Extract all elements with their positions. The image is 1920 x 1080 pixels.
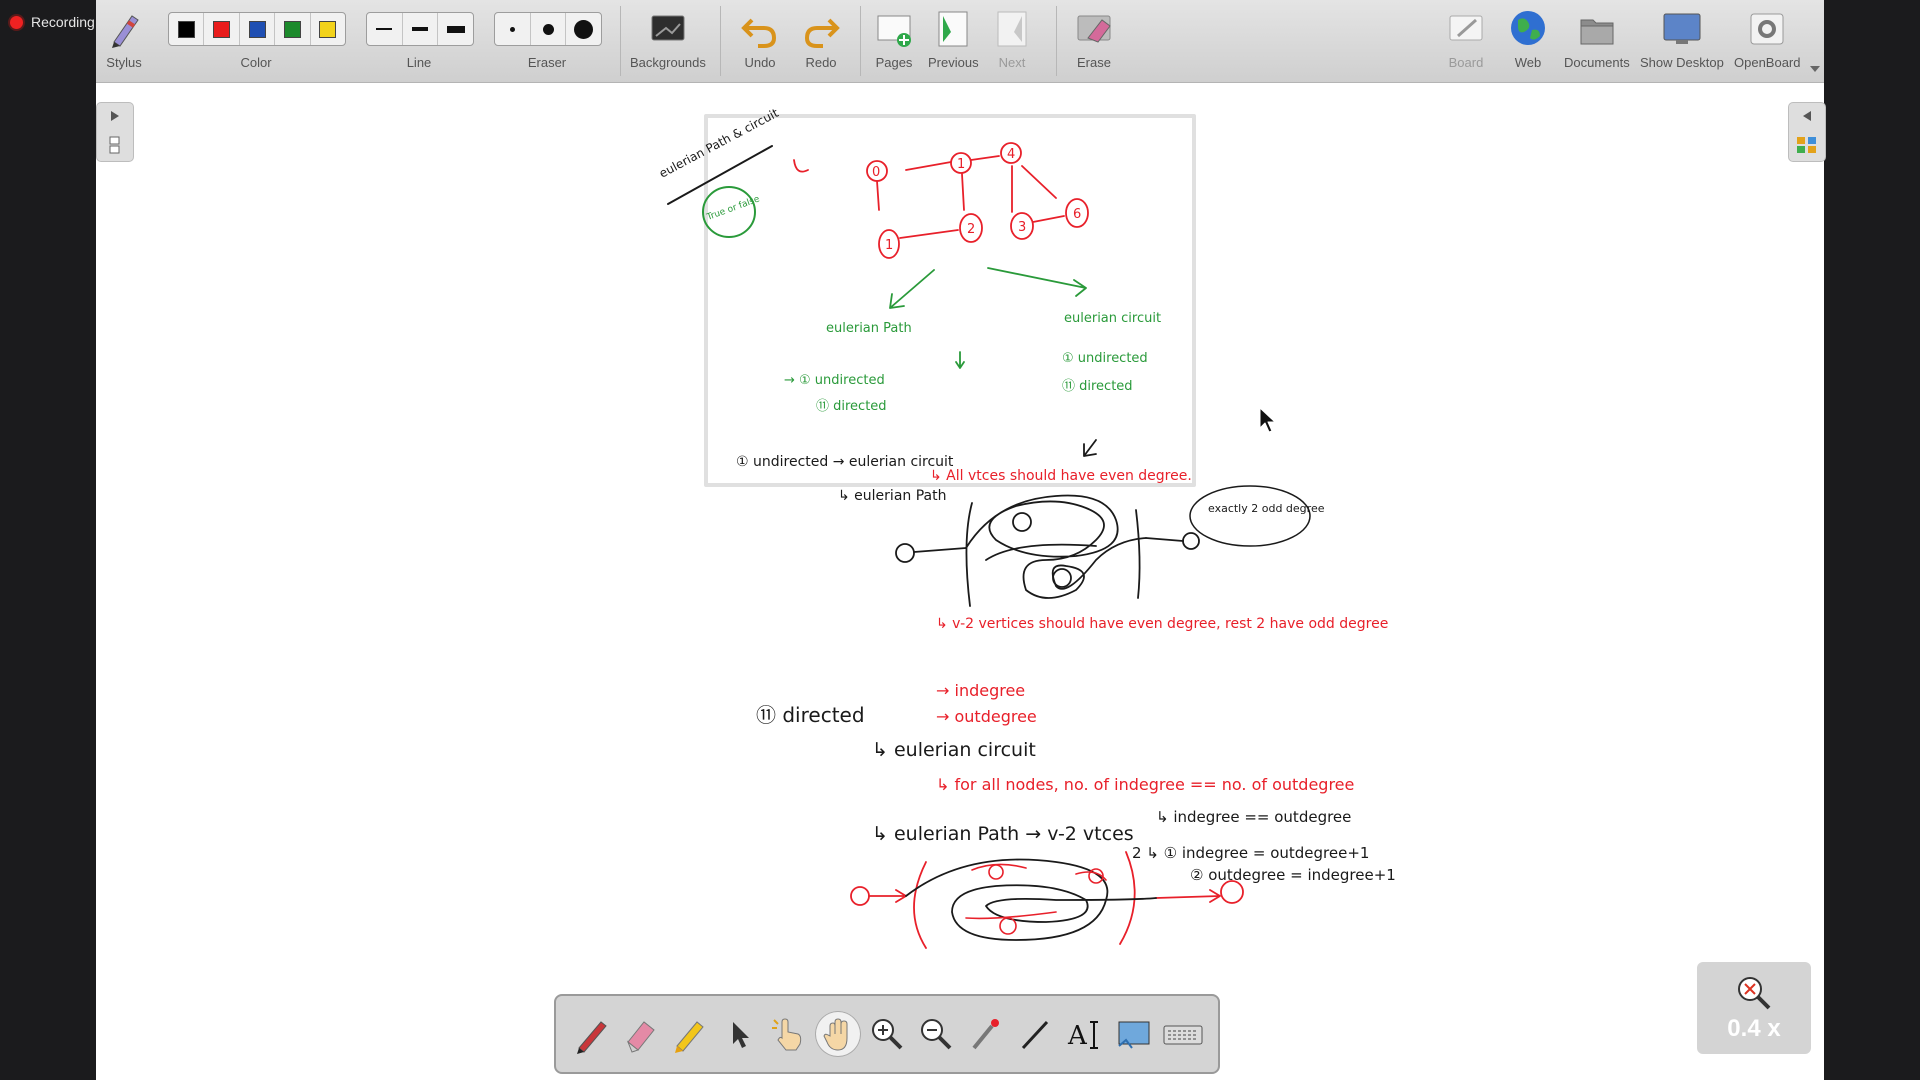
hand-tool[interactable]: [814, 1011, 861, 1057]
node-label: 4: [1007, 147, 1015, 162]
v-2-rule: ↳ v-2 vertices should have even degree, …: [936, 616, 1388, 632]
pointing-hand-icon: [772, 1018, 802, 1051]
undirected-circuit-line: ① undirected → eulerian circuit: [736, 454, 954, 470]
even-degree-rule: ↳ All vtces should have even degree.: [930, 468, 1192, 484]
capture-tool[interactable]: [1111, 1011, 1157, 1057]
end-node-rule: ② outdegree = indegree+1: [1190, 866, 1396, 884]
eraser-tool[interactable]: [617, 1011, 663, 1057]
zoom-indicator[interactable]: 0.4 x: [1697, 962, 1811, 1054]
text-tool[interactable]: A: [1061, 1011, 1107, 1057]
zoom-out-icon: [921, 1019, 952, 1050]
recording-label: Recording: [31, 14, 95, 30]
indegree-note: → indegree: [936, 681, 1025, 700]
keyboard-icon: [1163, 1025, 1203, 1045]
start-node-rule: 2 ↳ ① indegree = outdegree+1: [1132, 844, 1369, 862]
eraser-icon: [626, 1021, 655, 1053]
screen-capture-icon: [1118, 1021, 1150, 1049]
path-undirected: → ① undirected: [784, 373, 885, 388]
directed-heading: ⑪ directed: [756, 703, 865, 727]
node-label: 6: [1073, 207, 1081, 222]
eulerian-circuit-heading: eulerian circuit: [1064, 311, 1161, 326]
mouse-cursor-icon: [1259, 407, 1276, 433]
exactly-two-note: [1189, 485, 1311, 547]
tangled-path-drawing: [895, 494, 1200, 607]
node-label: 3: [1018, 220, 1026, 235]
hand-icon: [823, 1018, 848, 1051]
directed-path-line: ↳ eulerian Path → v-2 vtces: [872, 823, 1134, 845]
zoom-value: 0.4 x: [1727, 1015, 1781, 1042]
zoom-in-icon: [871, 1019, 903, 1050]
svg-text:A: A: [1067, 1021, 1088, 1051]
eulerian-path-line: ↳ eulerian Path: [838, 488, 946, 504]
directed-path-drawing: [850, 851, 1244, 949]
openboard-window: Stylus Color Line Eraser Backgrounds Und…: [96, 0, 1826, 1080]
node-label: 2: [967, 222, 975, 237]
laser-pointer-icon: [972, 1019, 999, 1050]
line-icon: [1021, 1020, 1049, 1050]
indegree-outdegree-equal: ↳ indegree == outdegree: [1156, 808, 1351, 826]
zoom-reset-icon: [1738, 977, 1771, 1010]
node-label: 0: [872, 165, 880, 180]
path-directed: ⑪ directed: [816, 399, 887, 414]
eulerian-path-heading: eulerian Path: [826, 321, 912, 336]
pen-tool[interactable]: [568, 1011, 614, 1057]
line-tool[interactable]: [1012, 1011, 1058, 1057]
pen-icon: [576, 1021, 607, 1054]
text-icon: A: [1067, 1021, 1099, 1051]
pasted-page-frame: [704, 114, 1196, 487]
stylus-palette: A: [554, 994, 1220, 1074]
exactly-two-odd-degree: exactly 2 odd degree: [1208, 502, 1325, 515]
circuit-undirected: ① undirected: [1062, 351, 1148, 366]
indegree-equals-outdegree-rule: ↳ for all nodes, no. of indegree == no. …: [936, 775, 1354, 794]
directed-circuit-line: ↳ eulerian circuit: [872, 739, 1036, 761]
zoom-out-tool[interactable]: [913, 1011, 959, 1057]
node-label: 1: [957, 157, 965, 172]
arrow-pointer-icon: [732, 1022, 749, 1048]
node-label: 1: [885, 238, 893, 253]
circuit-directed: ⑪ directed: [1062, 379, 1133, 394]
selector-tool[interactable]: [716, 1011, 762, 1057]
recording-indicator[interactable]: Recording: [10, 14, 95, 30]
zoom-in-tool[interactable]: [864, 1011, 910, 1057]
whiteboard-canvas[interactable]: eulerian Path & circuit True or false 0 …: [96, 0, 1824, 1080]
outdegree-note: → outdegree: [936, 707, 1037, 726]
interact-tool[interactable]: [765, 1011, 811, 1057]
highlighter-icon: [675, 1021, 705, 1053]
laser-pointer-tool[interactable]: [963, 1011, 1009, 1057]
record-dot-icon: [10, 15, 23, 29]
virtual-keyboard-tool[interactable]: [1160, 1011, 1206, 1057]
highlighter-tool[interactable]: [666, 1011, 712, 1057]
